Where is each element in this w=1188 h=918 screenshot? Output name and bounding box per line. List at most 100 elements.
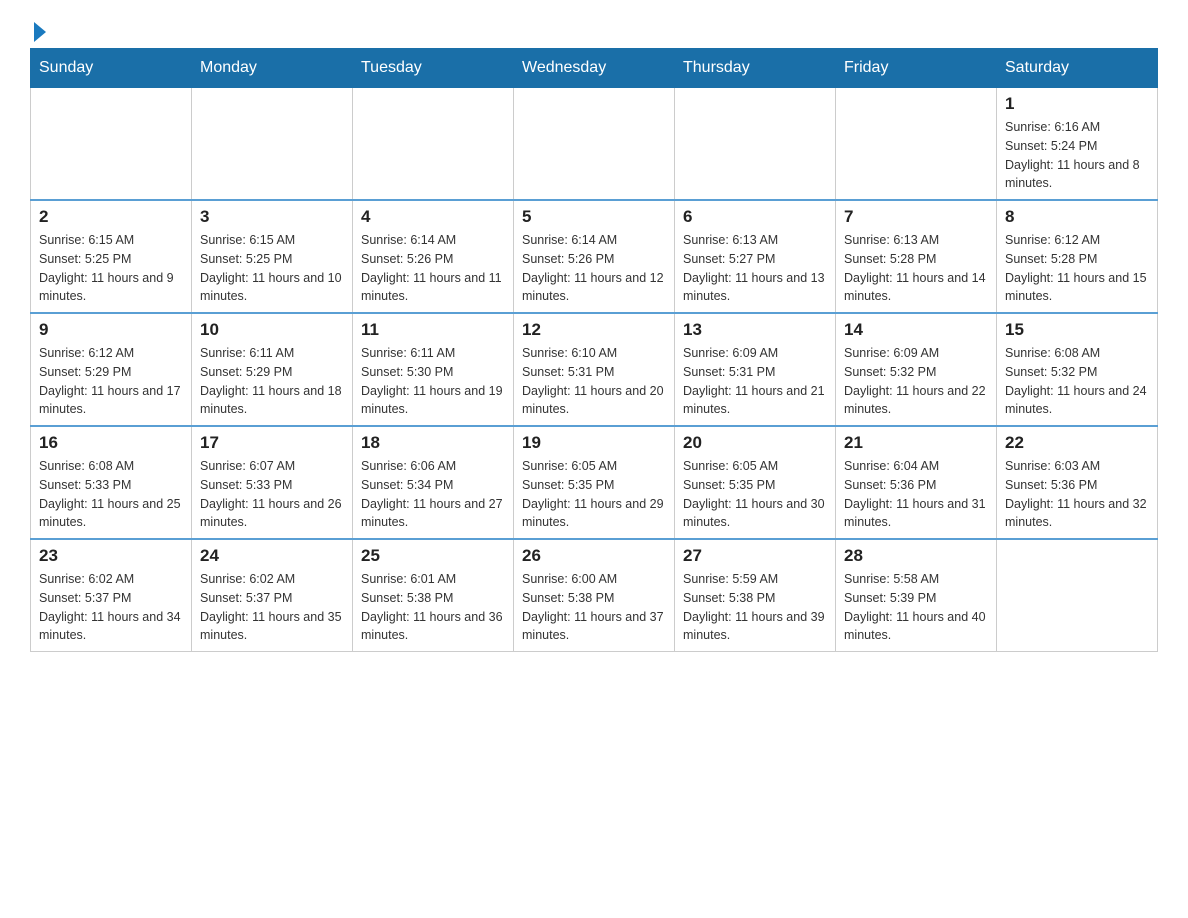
calendar-cell: 15Sunrise: 6:08 AMSunset: 5:32 PMDayligh… bbox=[997, 313, 1158, 426]
calendar-cell: 4 Sunrise: 6:14 AMSunset: 5:26 PMDaylight… bbox=[353, 200, 514, 313]
calendar-week-row: 16 Sunrise: 6:08 AMSunset: 5:33 PMDayligh… bbox=[31, 426, 1158, 539]
day-info: Sunrise: 6:10 AMSunset: 5:31 PMDaylight:… bbox=[522, 344, 666, 419]
day-info: Sunrise: 6:13 AMSunset: 5:27 PMDaylight:… bbox=[683, 231, 827, 306]
day-number: 25 bbox=[361, 546, 505, 566]
day-info: Sunrise: 6:09 AMSunset: 5:31 PMDaylight:… bbox=[683, 344, 827, 419]
day-info: Sunrise: 6:11 AMSunset: 5:30 PMDaylight:… bbox=[361, 344, 505, 419]
day-number: 12 bbox=[522, 320, 666, 340]
day-info: Sunrise: 6:13 AMSunset: 5:28 PMDaylight:… bbox=[844, 231, 988, 306]
calendar-cell: 2 Sunrise: 6:15 AMSunset: 5:25 PMDaylight… bbox=[31, 200, 192, 313]
weekday-header-monday: Monday bbox=[192, 49, 353, 88]
calendar-cell: 25 Sunrise: 6:01 AMSunset: 5:38 PMDayligh… bbox=[353, 539, 514, 652]
day-info: Sunrise: 6:14 AMSunset: 5:26 PMDaylight:… bbox=[522, 231, 666, 306]
day-number: 4 bbox=[361, 207, 505, 227]
day-info: Sunrise: 6:06 AMSunset: 5:34 PMDaylight:… bbox=[361, 457, 505, 532]
calendar-cell: 26 Sunrise: 6:00 AMSunset: 5:38 PMDayligh… bbox=[514, 539, 675, 652]
day-number: 11 bbox=[361, 320, 505, 340]
weekday-header-sunday: Sunday bbox=[31, 49, 192, 88]
calendar-cell: 17 Sunrise: 6:07 AMSunset: 5:33 PMDayligh… bbox=[192, 426, 353, 539]
day-number: 7 bbox=[844, 207, 988, 227]
day-info: Sunrise: 6:02 AMSunset: 5:37 PMDaylight:… bbox=[39, 570, 183, 645]
weekday-header-thursday: Thursday bbox=[675, 49, 836, 88]
day-number: 28 bbox=[844, 546, 988, 566]
calendar-cell: 3Sunrise: 6:15 AMSunset: 5:25 PMDaylight… bbox=[192, 200, 353, 313]
weekday-header-saturday: Saturday bbox=[997, 49, 1158, 88]
day-info: Sunrise: 6:08 AMSunset: 5:33 PMDaylight:… bbox=[39, 457, 183, 532]
day-number: 9 bbox=[39, 320, 183, 340]
day-number: 26 bbox=[522, 546, 666, 566]
day-info: Sunrise: 6:12 AMSunset: 5:29 PMDaylight:… bbox=[39, 344, 183, 419]
day-info: Sunrise: 6:11 AMSunset: 5:29 PMDaylight:… bbox=[200, 344, 344, 419]
calendar-cell: 23 Sunrise: 6:02 AMSunset: 5:37 PMDayligh… bbox=[31, 539, 192, 652]
day-number: 6 bbox=[683, 207, 827, 227]
calendar-cell bbox=[353, 88, 514, 201]
day-info: Sunrise: 6:16 AMSunset: 5:24 PMDaylight:… bbox=[1005, 118, 1149, 193]
day-info: Sunrise: 6:00 AMSunset: 5:38 PMDaylight:… bbox=[522, 570, 666, 645]
day-info: Sunrise: 6:05 AMSunset: 5:35 PMDaylight:… bbox=[522, 457, 666, 532]
calendar-cell: 14 Sunrise: 6:09 AMSunset: 5:32 PMDayligh… bbox=[836, 313, 997, 426]
page-header bbox=[30, 20, 1158, 38]
calendar-cell: 6 Sunrise: 6:13 AMSunset: 5:27 PMDaylight… bbox=[675, 200, 836, 313]
calendar-week-row: 2 Sunrise: 6:15 AMSunset: 5:25 PMDaylight… bbox=[31, 200, 1158, 313]
calendar-cell: 18 Sunrise: 6:06 AMSunset: 5:34 PMDayligh… bbox=[353, 426, 514, 539]
day-number: 18 bbox=[361, 433, 505, 453]
day-info: Sunrise: 6:07 AMSunset: 5:33 PMDaylight:… bbox=[200, 457, 344, 532]
calendar-cell: 24 Sunrise: 6:02 AMSunset: 5:37 PMDayligh… bbox=[192, 539, 353, 652]
calendar-cell bbox=[31, 88, 192, 201]
calendar-cell bbox=[836, 88, 997, 201]
calendar-week-row: 23 Sunrise: 6:02 AMSunset: 5:37 PMDayligh… bbox=[31, 539, 1158, 652]
calendar-week-row: 9 Sunrise: 6:12 AMSunset: 5:29 PMDaylight… bbox=[31, 313, 1158, 426]
day-number: 14 bbox=[844, 320, 988, 340]
day-number: 27 bbox=[683, 546, 827, 566]
calendar-cell: 9 Sunrise: 6:12 AMSunset: 5:29 PMDaylight… bbox=[31, 313, 192, 426]
day-number: 10 bbox=[200, 320, 344, 340]
calendar-cell: 13 Sunrise: 6:09 AMSunset: 5:31 PMDayligh… bbox=[675, 313, 836, 426]
calendar-cell: 19Sunrise: 6:05 AMSunset: 5:35 PMDayligh… bbox=[514, 426, 675, 539]
calendar-cell bbox=[192, 88, 353, 201]
day-number: 22 bbox=[1005, 433, 1149, 453]
day-number: 17 bbox=[200, 433, 344, 453]
day-number: 20 bbox=[683, 433, 827, 453]
calendar-cell: 28 Sunrise: 5:58 AMSunset: 5:39 PMDayligh… bbox=[836, 539, 997, 652]
calendar-table: SundayMondayTuesdayWednesdayThursdayFrid… bbox=[30, 48, 1158, 652]
day-info: Sunrise: 5:58 AMSunset: 5:39 PMDaylight:… bbox=[844, 570, 988, 645]
calendar-cell bbox=[675, 88, 836, 201]
day-number: 13 bbox=[683, 320, 827, 340]
weekday-header-row: SundayMondayTuesdayWednesdayThursdayFrid… bbox=[31, 49, 1158, 88]
calendar-cell: 20 Sunrise: 6:05 AMSunset: 5:35 PMDayligh… bbox=[675, 426, 836, 539]
calendar-cell: 27 Sunrise: 5:59 AMSunset: 5:38 PMDayligh… bbox=[675, 539, 836, 652]
logo bbox=[30, 20, 46, 38]
day-info: Sunrise: 6:15 AMSunset: 5:25 PMDaylight:… bbox=[39, 231, 183, 306]
day-info: Sunrise: 6:02 AMSunset: 5:37 PMDaylight:… bbox=[200, 570, 344, 645]
day-number: 24 bbox=[200, 546, 344, 566]
day-info: Sunrise: 6:09 AMSunset: 5:32 PMDaylight:… bbox=[844, 344, 988, 419]
day-number: 1 bbox=[1005, 94, 1149, 114]
day-info: Sunrise: 6:14 AMSunset: 5:26 PMDaylight:… bbox=[361, 231, 505, 306]
day-info: Sunrise: 5:59 AMSunset: 5:38 PMDaylight:… bbox=[683, 570, 827, 645]
day-info: Sunrise: 6:04 AMSunset: 5:36 PMDaylight:… bbox=[844, 457, 988, 532]
calendar-cell: 22Sunrise: 6:03 AMSunset: 5:36 PMDayligh… bbox=[997, 426, 1158, 539]
calendar-week-row: 1 Sunrise: 6:16 AMSunset: 5:24 PMDaylight… bbox=[31, 88, 1158, 201]
calendar-cell: 8Sunrise: 6:12 AMSunset: 5:28 PMDaylight… bbox=[997, 200, 1158, 313]
day-number: 2 bbox=[39, 207, 183, 227]
calendar-cell bbox=[514, 88, 675, 201]
weekday-header-friday: Friday bbox=[836, 49, 997, 88]
weekday-header-tuesday: Tuesday bbox=[353, 49, 514, 88]
day-info: Sunrise: 6:01 AMSunset: 5:38 PMDaylight:… bbox=[361, 570, 505, 645]
day-number: 5 bbox=[522, 207, 666, 227]
day-number: 23 bbox=[39, 546, 183, 566]
calendar-cell: 12 Sunrise: 6:10 AMSunset: 5:31 PMDayligh… bbox=[514, 313, 675, 426]
day-info: Sunrise: 6:12 AMSunset: 5:28 PMDaylight:… bbox=[1005, 231, 1149, 306]
calendar-cell bbox=[997, 539, 1158, 652]
weekday-header-wednesday: Wednesday bbox=[514, 49, 675, 88]
calendar-cell: 7 Sunrise: 6:13 AMSunset: 5:28 PMDaylight… bbox=[836, 200, 997, 313]
day-number: 3 bbox=[200, 207, 344, 227]
calendar-cell: 5 Sunrise: 6:14 AMSunset: 5:26 PMDaylight… bbox=[514, 200, 675, 313]
calendar-cell: 10 Sunrise: 6:11 AMSunset: 5:29 PMDayligh… bbox=[192, 313, 353, 426]
day-number: 16 bbox=[39, 433, 183, 453]
calendar-cell: 21Sunrise: 6:04 AMSunset: 5:36 PMDayligh… bbox=[836, 426, 997, 539]
calendar-cell: 11 Sunrise: 6:11 AMSunset: 5:30 PMDayligh… bbox=[353, 313, 514, 426]
calendar-cell: 1 Sunrise: 6:16 AMSunset: 5:24 PMDaylight… bbox=[997, 88, 1158, 201]
day-number: 15 bbox=[1005, 320, 1149, 340]
day-info: Sunrise: 6:05 AMSunset: 5:35 PMDaylight:… bbox=[683, 457, 827, 532]
